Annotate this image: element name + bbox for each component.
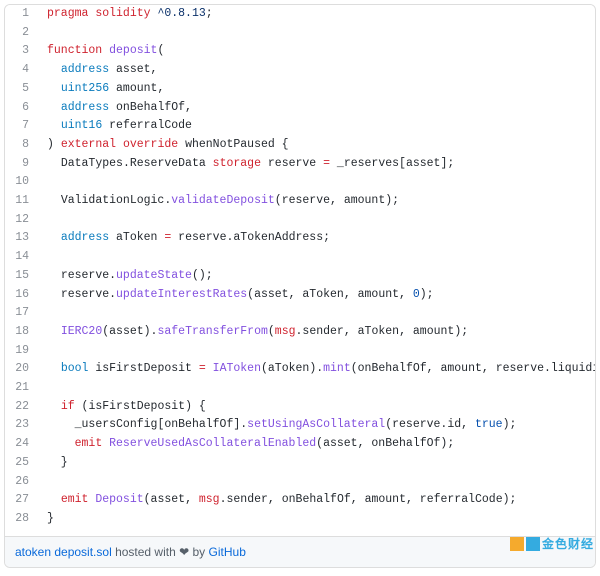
line-content: reserve.updateInterestRates(asset, aToke… [39, 286, 595, 305]
line-content [39, 304, 595, 323]
code-line: 23 _usersConfig[onBehalfOf].setUsingAsCo… [5, 416, 595, 435]
code-line: 16 reserve.updateInterestRates(asset, aT… [5, 286, 595, 305]
line-number[interactable]: 3 [5, 42, 39, 61]
code-line: 1pragma solidity ^0.8.13; [5, 5, 595, 24]
line-number[interactable]: 23 [5, 416, 39, 435]
code-line: 6 address onBehalfOf, [5, 99, 595, 118]
line-number[interactable]: 14 [5, 248, 39, 267]
code-line: 7 uint16 referralCode [5, 117, 595, 136]
code-line: 9 DataTypes.ReserveData storage reserve … [5, 155, 595, 174]
code-line: 22 if (isFirstDeposit) { [5, 398, 595, 417]
line-number[interactable]: 22 [5, 398, 39, 417]
watermark-text: 金色财经 [542, 535, 594, 552]
gist-footer: atoken deposit.sol hosted with ❤ by GitH… [5, 536, 595, 567]
line-content: uint16 referralCode [39, 117, 595, 136]
line-number[interactable]: 13 [5, 229, 39, 248]
line-content: ValidationLogic.validateDeposit(reserve,… [39, 192, 595, 211]
code-line: 8) external override whenNotPaused { [5, 136, 595, 155]
line-number[interactable]: 7 [5, 117, 39, 136]
line-content: emit Deposit(asset, msg.sender, onBehalf… [39, 491, 595, 510]
code-line: 13 address aToken = reserve.aTokenAddres… [5, 229, 595, 248]
line-content: _usersConfig[onBehalfOf].setUsingAsColla… [39, 416, 595, 435]
line-number[interactable]: 2 [5, 24, 39, 43]
code-line: 26 [5, 473, 595, 492]
code-line: 12 [5, 211, 595, 230]
code-line: 4 address asset, [5, 61, 595, 80]
line-number[interactable]: 4 [5, 61, 39, 80]
line-content [39, 248, 595, 267]
line-content: } [39, 510, 595, 529]
line-number[interactable]: 6 [5, 99, 39, 118]
gist-container: 1pragma solidity ^0.8.13;23function depo… [4, 4, 596, 568]
code-line: 17 [5, 304, 595, 323]
line-content: address onBehalfOf, [39, 99, 595, 118]
line-number[interactable]: 27 [5, 491, 39, 510]
line-number[interactable]: 17 [5, 304, 39, 323]
line-number[interactable]: 18 [5, 323, 39, 342]
line-number[interactable]: 1 [5, 5, 39, 24]
line-number[interactable]: 28 [5, 510, 39, 529]
line-content: IERC20(asset).safeTransferFrom(msg.sende… [39, 323, 595, 342]
line-number[interactable]: 8 [5, 136, 39, 155]
footer-text-1: hosted with [112, 545, 179, 559]
line-content [39, 24, 595, 43]
line-number[interactable]: 24 [5, 435, 39, 454]
line-number[interactable]: 12 [5, 211, 39, 230]
code-line: 2 [5, 24, 595, 43]
line-number[interactable]: 16 [5, 286, 39, 305]
watermark-icon [510, 537, 524, 551]
line-content: } [39, 454, 595, 473]
line-content: pragma solidity ^0.8.13; [39, 5, 595, 24]
line-content: if (isFirstDeposit) { [39, 398, 595, 417]
line-number[interactable]: 19 [5, 342, 39, 361]
line-content: reserve.updateState(); [39, 267, 595, 286]
line-content: address aToken = reserve.aTokenAddress; [39, 229, 595, 248]
line-content [39, 173, 595, 192]
code-line: 24 emit ReserveUsedAsCollateralEnabled(a… [5, 435, 595, 454]
code-line: 11 ValidationLogic.validateDeposit(reser… [5, 192, 595, 211]
watermark-icon [526, 537, 540, 551]
line-number[interactable]: 21 [5, 379, 39, 398]
code-line: 3function deposit( [5, 42, 595, 61]
code-line: 10 [5, 173, 595, 192]
footer-text-2: by [189, 545, 208, 559]
github-link[interactable]: GitHub [209, 545, 246, 559]
line-content: address asset, [39, 61, 595, 80]
gist-filename-link[interactable]: atoken deposit.sol [15, 545, 112, 559]
line-number[interactable]: 11 [5, 192, 39, 211]
line-content [39, 342, 595, 361]
code-line: 19 [5, 342, 595, 361]
line-content [39, 473, 595, 492]
line-number[interactable]: 15 [5, 267, 39, 286]
code-table: 1pragma solidity ^0.8.13;23function depo… [5, 5, 595, 529]
line-content: emit ReserveUsedAsCollateralEnabled(asse… [39, 435, 595, 454]
code-line: 5 uint256 amount, [5, 80, 595, 99]
line-content [39, 379, 595, 398]
heart-icon: ❤ [179, 545, 189, 559]
code-line: 28} [5, 510, 595, 529]
code-line: 14 [5, 248, 595, 267]
line-number[interactable]: 10 [5, 173, 39, 192]
code-line: 15 reserve.updateState(); [5, 267, 595, 286]
line-content [39, 211, 595, 230]
line-number[interactable]: 5 [5, 80, 39, 99]
line-number[interactable]: 20 [5, 360, 39, 379]
code-line: 25 } [5, 454, 595, 473]
watermark: 金色财经 [510, 535, 594, 552]
line-number[interactable]: 25 [5, 454, 39, 473]
code-line: 27 emit Deposit(asset, msg.sender, onBeh… [5, 491, 595, 510]
code-line: 18 IERC20(asset).safeTransferFrom(msg.se… [5, 323, 595, 342]
line-content: function deposit( [39, 42, 595, 61]
code-line: 20 bool isFirstDeposit = IAToken(aToken)… [5, 360, 595, 379]
line-content: DataTypes.ReserveData storage reserve = … [39, 155, 595, 174]
code-line: 21 [5, 379, 595, 398]
line-number[interactable]: 26 [5, 473, 39, 492]
code-area: 1pragma solidity ^0.8.13;23function depo… [5, 5, 595, 536]
line-content: uint256 amount, [39, 80, 595, 99]
line-content: ) external override whenNotPaused { [39, 136, 595, 155]
line-content: bool isFirstDeposit = IAToken(aToken).mi… [39, 360, 595, 379]
line-number[interactable]: 9 [5, 155, 39, 174]
